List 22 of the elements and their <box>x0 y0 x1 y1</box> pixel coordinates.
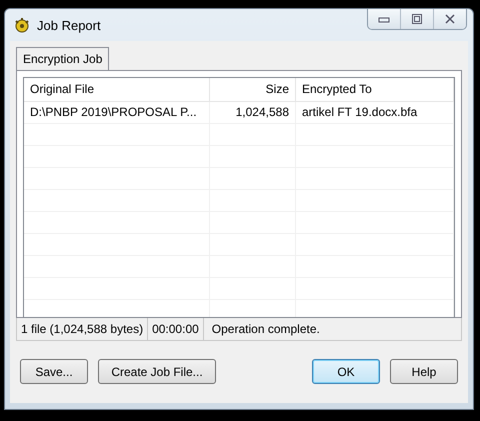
column-header[interactable]: Original File <box>24 78 210 101</box>
maximize-button[interactable] <box>400 9 433 29</box>
window-title: Job Report <box>37 18 102 32</box>
dialog-button[interactable]: Create Job File... <box>98 359 216 384</box>
minimize-icon <box>378 15 390 23</box>
maximize-icon <box>411 13 423 25</box>
status-text: 1 file (1,024,588 bytes) <box>17 318 148 340</box>
app-icon <box>13 17 31 33</box>
tab[interactable]: Encryption Job <box>16 47 110 70</box>
dialog-button[interactable]: Save... <box>20 359 88 384</box>
table-cell: D:\PNBP 2019\PROPOSAL P... <box>24 102 210 123</box>
dialog-button[interactable]: OK <box>312 359 380 384</box>
column-header[interactable]: Size <box>210 78 296 101</box>
dialog-button[interactable]: Help <box>390 359 458 384</box>
table-cell: 1,024,588 <box>210 102 296 123</box>
close-icon <box>444 13 456 25</box>
minimize-button[interactable] <box>368 9 400 29</box>
status-text: 00:00:00 <box>148 318 204 340</box>
status-text: Operation complete. <box>210 321 321 338</box>
close-button[interactable] <box>433 9 466 29</box>
column-header[interactable]: Encrypted To <box>296 78 454 101</box>
table-cell: artikel FT 19.docx.bfa <box>296 102 454 123</box>
